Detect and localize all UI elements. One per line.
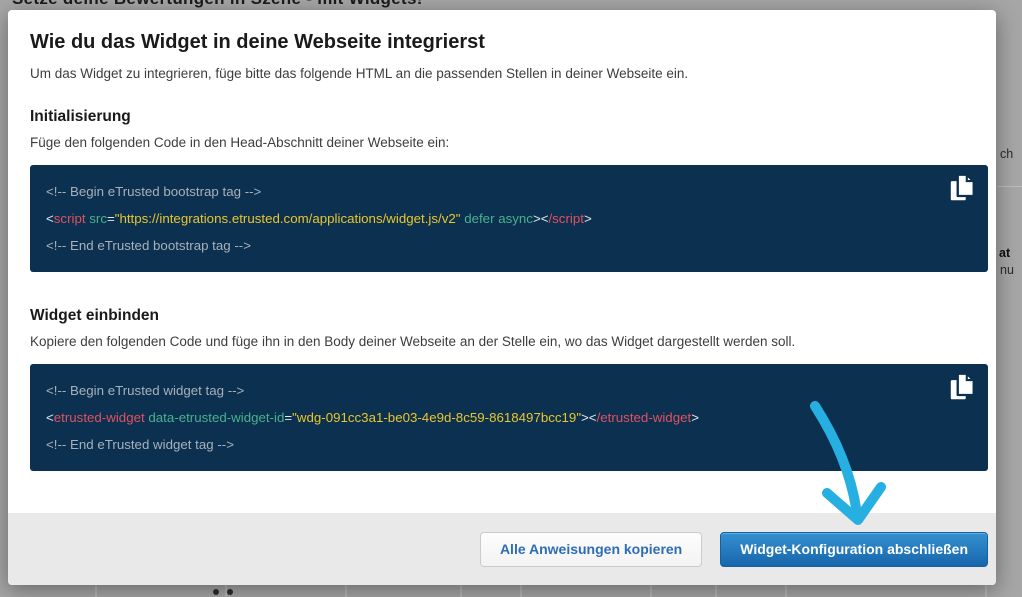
copy-bootstrap-code-button[interactable]: [945, 172, 979, 206]
code-line: <script src="https://integrations.etrust…: [46, 205, 936, 232]
bootstrap-code-block: <!-- Begin eTrusted bootstrap tag --><sc…: [30, 165, 988, 272]
background-table-fragment: [650, 585, 652, 597]
background-text-fragment: nu: [1000, 263, 1014, 277]
screen: Setze deine Bewertungen in Szene - mit W…: [0, 0, 1022, 597]
background-table-fragment: [213, 589, 219, 595]
background-table-fragment: [460, 585, 462, 597]
copy-icon: [947, 172, 977, 207]
copy-widget-code-button[interactable]: [945, 371, 979, 405]
modal-footer: Alle Anweisungen kopieren Widget-Konfigu…: [8, 513, 996, 585]
code-line: <!-- Begin eTrusted widget tag -->: [46, 377, 936, 404]
background-table-fragment: [785, 585, 787, 597]
background-text-fragment: ch: [1000, 147, 1013, 161]
background-text-fragment: at: [999, 246, 1010, 260]
background-divider: [997, 186, 1022, 187]
finish-widget-configuration-button[interactable]: Widget-Konfiguration abschließen: [720, 532, 988, 567]
init-section-description: Füge den folgenden Code in den Head-Absc…: [30, 134, 974, 152]
code-line: <!-- End eTrusted bootstrap tag -->: [46, 232, 936, 259]
code-line: <!-- Begin eTrusted bootstrap tag -->: [46, 178, 936, 205]
copy-all-instructions-button[interactable]: Alle Anweisungen kopieren: [480, 532, 702, 567]
modal-intro: Um das Widget zu integrieren, füge bitte…: [30, 64, 974, 83]
background-table-fragment: [227, 589, 233, 595]
init-section-heading: Initialisierung: [30, 107, 974, 126]
widget-integration-modal: Wie du das Widget in deine Webseite inte…: [8, 10, 996, 585]
background-table-fragment: [95, 585, 97, 597]
background-table-fragment: [520, 585, 522, 597]
background-page-heading: Setze deine Bewertungen in Szene - mit W…: [12, 0, 423, 9]
widget-code-block: <!-- Begin eTrusted widget tag --><etrus…: [30, 364, 988, 471]
background-table-fragment: [985, 585, 987, 597]
modal-title: Wie du das Widget in deine Webseite inte…: [30, 30, 974, 54]
embed-section-heading: Widget einbinden: [30, 306, 974, 325]
background-table-fragment: [715, 585, 717, 597]
embed-section-description: Kopiere den folgenden Code und füge ihn …: [30, 333, 974, 351]
background-table-fragment: [345, 585, 347, 597]
code-line: <!-- End eTrusted widget tag -->: [46, 431, 936, 458]
copy-icon: [947, 371, 977, 406]
code-line: <etrusted-widget data-etrusted-widget-id…: [46, 404, 936, 431]
